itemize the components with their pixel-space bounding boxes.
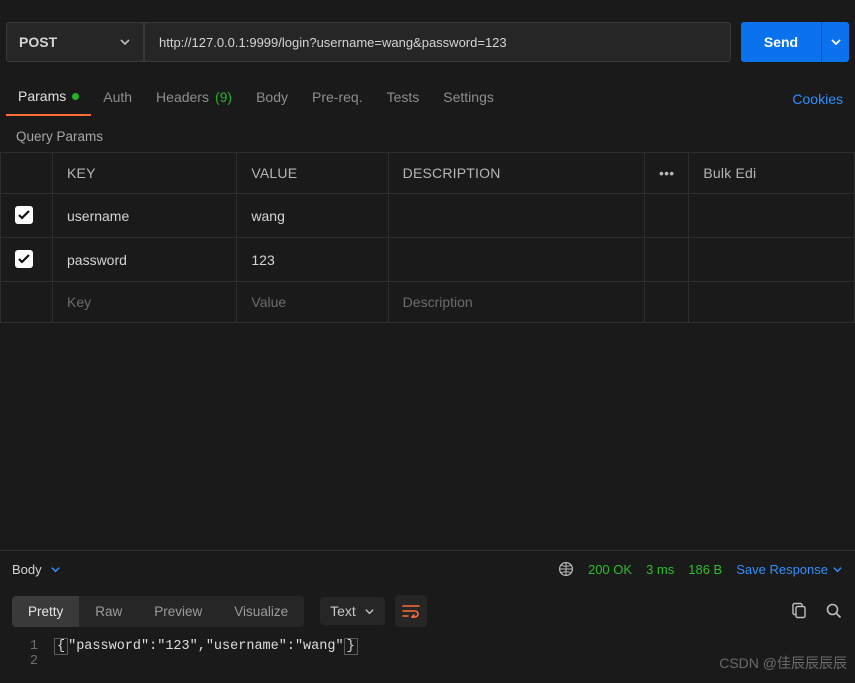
view-mode-tabs: Pretty Raw Preview Visualize xyxy=(12,596,304,627)
bulk-edit-link[interactable]: Bulk Edi xyxy=(689,153,855,194)
query-params-title: Query Params xyxy=(0,117,855,152)
response-time: 3 ms xyxy=(646,562,674,577)
format-label: Text xyxy=(330,603,356,619)
save-response-button[interactable]: Save Response xyxy=(736,562,843,577)
format-select[interactable]: Text xyxy=(320,597,385,625)
table-row: password 123 xyxy=(1,238,855,282)
cookies-link[interactable]: Cookies xyxy=(792,91,849,107)
cell-value[interactable]: 123 xyxy=(237,238,388,282)
globe-icon[interactable] xyxy=(558,561,574,577)
table-row-new: Key Value Description xyxy=(1,282,855,323)
chevron-down-icon xyxy=(832,564,843,575)
http-method-select[interactable]: POST xyxy=(6,22,144,62)
code-line: {"password":"123","username":"wang"} xyxy=(54,639,358,654)
line-number: 2 xyxy=(0,654,54,669)
line-number: 1 xyxy=(0,639,54,654)
watermark: CSDN @佳辰辰辰辰 xyxy=(719,653,847,673)
col-key: KEY xyxy=(53,153,237,194)
cell-description[interactable] xyxy=(388,194,644,238)
view-visualize[interactable]: Visualize xyxy=(218,596,304,627)
request-tabs: Params Auth Headers (9) Body Pre-req. Te… xyxy=(0,68,855,117)
tab-tests[interactable]: Tests xyxy=(375,83,432,115)
response-section-label: Body xyxy=(12,562,42,577)
send-button[interactable]: Send xyxy=(741,22,821,62)
active-dot-icon xyxy=(72,93,79,100)
col-options-icon[interactable]: ••• xyxy=(645,153,689,194)
response-section-select[interactable]: Body xyxy=(12,562,61,577)
chevron-down-icon xyxy=(830,36,842,48)
cell-key[interactable]: username xyxy=(53,194,237,238)
response-size: 186 B xyxy=(688,562,722,577)
headers-count: (9) xyxy=(215,89,232,105)
tab-label: Params xyxy=(18,88,66,104)
tab-label: Headers xyxy=(156,89,209,105)
tab-body[interactable]: Body xyxy=(244,83,300,115)
chevron-down-icon xyxy=(119,36,131,48)
row-checkbox[interactable] xyxy=(15,250,33,268)
chevron-down-icon xyxy=(50,564,61,575)
description-placeholder-cell[interactable]: Description xyxy=(388,282,644,323)
wrap-lines-button[interactable] xyxy=(395,595,427,627)
chevron-down-icon xyxy=(364,606,375,617)
tab-headers[interactable]: Headers (9) xyxy=(144,83,244,115)
search-icon[interactable] xyxy=(825,602,843,620)
cell-description[interactable] xyxy=(388,238,644,282)
col-checkbox xyxy=(1,153,53,194)
params-table: KEY VALUE DESCRIPTION ••• Bulk Edi usern… xyxy=(0,152,855,323)
url-input[interactable]: http://127.0.0.1:9999/login?username=wan… xyxy=(144,22,731,62)
status-code: 200 OK xyxy=(588,562,632,577)
view-raw[interactable]: Raw xyxy=(79,596,138,627)
tab-params[interactable]: Params xyxy=(6,82,91,116)
view-preview[interactable]: Preview xyxy=(138,596,218,627)
cell-value[interactable]: wang xyxy=(237,194,388,238)
save-response-label: Save Response xyxy=(736,562,828,577)
copy-icon[interactable] xyxy=(790,602,807,620)
key-placeholder-cell[interactable]: Key xyxy=(53,282,237,323)
col-value: VALUE xyxy=(237,153,388,194)
http-method-label: POST xyxy=(19,34,57,50)
cell-key[interactable]: password xyxy=(53,238,237,282)
tab-auth[interactable]: Auth xyxy=(91,83,144,115)
view-pretty[interactable]: Pretty xyxy=(12,596,79,627)
table-row: username wang xyxy=(1,194,855,238)
tab-settings[interactable]: Settings xyxy=(431,83,506,115)
send-dropdown-button[interactable] xyxy=(821,22,849,62)
tab-prereq[interactable]: Pre-req. xyxy=(300,83,375,115)
col-description: DESCRIPTION xyxy=(388,153,644,194)
value-placeholder-cell[interactable]: Value xyxy=(237,282,388,323)
url-text: http://127.0.0.1:9999/login?username=wan… xyxy=(159,35,507,50)
row-checkbox[interactable] xyxy=(15,206,33,224)
